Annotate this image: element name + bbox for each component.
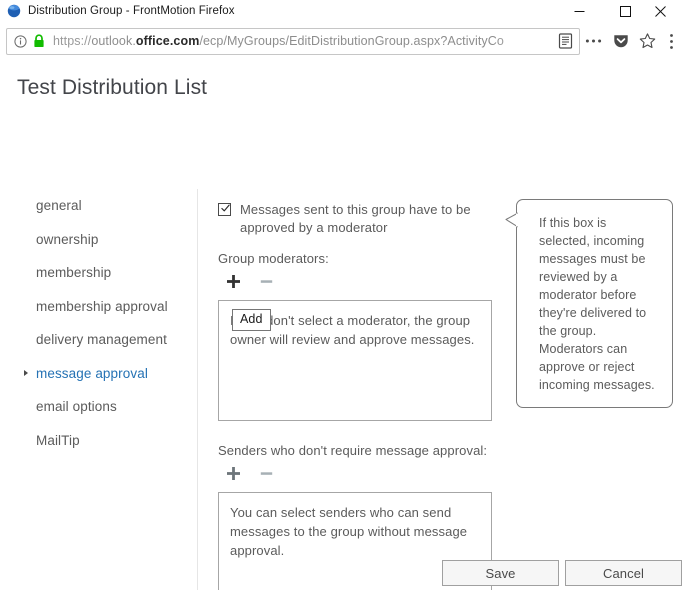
sidebar-item-membership-approval[interactable]: membership approval xyxy=(0,290,197,324)
vertical-ellipsis-menu-icon[interactable] xyxy=(661,28,681,55)
ellipsis-icon[interactable] xyxy=(580,28,607,55)
navbar-icons xyxy=(580,28,681,55)
sidebar-item-label: message approval xyxy=(36,366,148,381)
maximize-button[interactable] xyxy=(602,0,648,22)
sidebar-item-label: membership xyxy=(36,265,111,280)
sidebar-item-label: MailTip xyxy=(36,433,80,448)
moderation-checkbox-row[interactable]: Messages sent to this group have to be a… xyxy=(218,201,478,237)
group-moderators-label: Group moderators: xyxy=(218,251,329,266)
browser-navbar: https://outlook.office.com/ecp/MyGroups/… xyxy=(0,23,685,59)
pocket-shield-icon[interactable] xyxy=(607,28,634,55)
sidebar-item-membership[interactable]: membership xyxy=(0,256,197,290)
senders-no-approval-label: Senders who don't require message approv… xyxy=(218,443,487,458)
settings-sidebar: general ownership membership membership … xyxy=(0,189,198,590)
sidebar-item-message-approval[interactable]: message approval xyxy=(0,357,197,391)
checkmark-icon xyxy=(221,204,230,213)
add-button-tooltip: Add xyxy=(232,309,271,331)
info-circle-icon[interactable] xyxy=(13,34,28,49)
url-text[interactable]: https://outlook.office.com/ecp/MyGroups/… xyxy=(53,34,553,48)
message-approval-panel: Messages sent to this group have to be a… xyxy=(199,189,685,590)
globe-icon xyxy=(7,4,21,18)
caret-right-icon xyxy=(24,370,28,376)
url-bar[interactable]: https://outlook.office.com/ecp/MyGroups/… xyxy=(6,28,580,55)
sidebar-item-label: ownership xyxy=(36,232,98,247)
sidebar-item-mailtip[interactable]: MailTip xyxy=(0,424,197,458)
url-scheme: https:// xyxy=(53,34,91,48)
callout-pointer-icon xyxy=(505,212,518,234)
sidebar-item-label: general xyxy=(36,198,82,213)
sidebar-item-email-options[interactable]: email options xyxy=(0,390,197,424)
sidebar-item-label: membership approval xyxy=(36,299,168,314)
url-host-domain: office.com xyxy=(136,34,200,48)
moderators-toolbar xyxy=(225,273,275,290)
moderation-checkbox[interactable] xyxy=(218,203,231,216)
reader-view-icon[interactable] xyxy=(553,30,577,53)
form-action-bar: Save Cancel xyxy=(199,534,685,590)
save-button[interactable]: Save xyxy=(442,560,559,586)
url-host-prefix: outlook. xyxy=(91,34,136,48)
close-button[interactable] xyxy=(648,0,685,22)
add-moderator-button[interactable] xyxy=(225,273,242,290)
page-title: Test Distribution List xyxy=(17,76,207,100)
moderation-checkbox-label: Messages sent to this group have to be a… xyxy=(240,201,478,237)
window-title: Distribution Group - FrontMotion Firefox xyxy=(28,5,235,17)
browser-titlebar: Distribution Group - FrontMotion Firefox xyxy=(0,0,685,23)
url-path: /ecp/MyGroups/EditDistributionGroup.aspx… xyxy=(199,34,504,48)
page-content: Test Distribution List general ownership… xyxy=(0,59,685,590)
moderation-info-callout: If this box is selected, incoming messag… xyxy=(516,199,673,408)
sidebar-item-general[interactable]: general xyxy=(0,189,197,223)
remove-moderator-button[interactable] xyxy=(258,273,275,290)
sidebar-item-label: email options xyxy=(36,399,117,414)
remove-sender-button[interactable] xyxy=(258,465,275,482)
add-sender-button[interactable] xyxy=(225,465,242,482)
senders-toolbar xyxy=(225,465,275,482)
padlock-icon[interactable] xyxy=(32,34,46,49)
moderation-info-callout-text: If this box is selected, incoming messag… xyxy=(539,216,655,392)
star-icon[interactable] xyxy=(634,28,661,55)
window-controls xyxy=(556,0,685,22)
sidebar-item-label: delivery management xyxy=(36,332,167,347)
sidebar-item-ownership[interactable]: ownership xyxy=(0,223,197,257)
browser-window: Distribution Group - FrontMotion Firefox xyxy=(0,0,685,589)
minimize-button[interactable] xyxy=(556,0,602,22)
cancel-button[interactable]: Cancel xyxy=(565,560,682,586)
sidebar-item-delivery-management[interactable]: delivery management xyxy=(0,323,197,357)
